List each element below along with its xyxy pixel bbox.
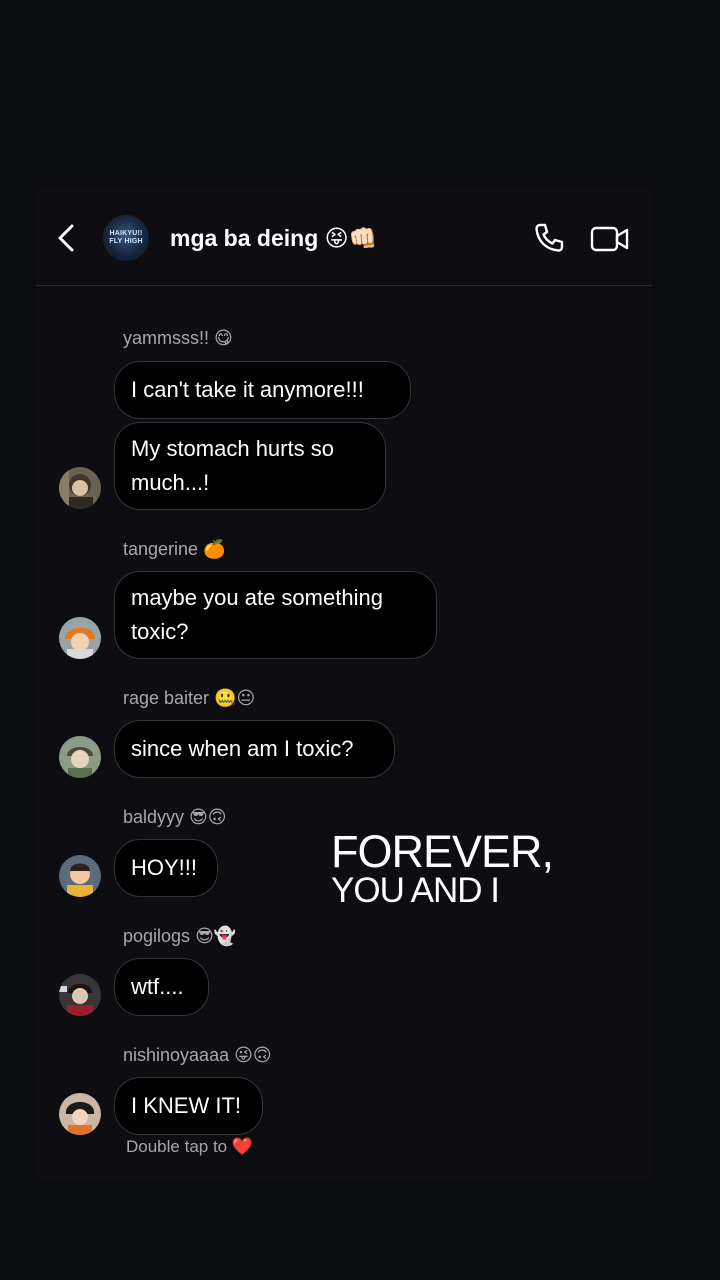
avatar-image [59,617,101,659]
message-bubble[interactable]: I can't take it anymore!!! [114,361,411,419]
heart-icon: ❤️ [231,1137,254,1157]
sender-emojis: 😎👻 [195,926,237,947]
double-tap-hint-text: Double tap to [126,1137,228,1156]
avatar-image [59,467,101,509]
phone-icon[interactable] [533,222,565,254]
video-camera-icon[interactable] [590,226,630,252]
sender-name: yammsss!! 😋 [123,328,233,349]
sender-name-text: yammsss!! [123,328,210,348]
group-name-emojis: 😝👊🏻 [324,226,378,252]
group-avatar[interactable]: HAIKYU!! FLY HIGH [103,215,149,261]
sender-name: tangerine 🍊 [123,539,226,560]
sender-emojis: 🍊 [203,539,226,560]
chevron-left-icon[interactable] [56,223,78,253]
sender-name: pogilogs 😎👻 [123,926,236,947]
sender-name-text: pogilogs [123,926,191,946]
sender-name-text: nishinoyaaaa [123,1045,230,1065]
sender-emojis: 😎🙃 [189,807,227,828]
sender-emojis: 🤐😐 [214,688,256,709]
double-tap-hint: Double tap to ❤️ [126,1137,253,1157]
avatar[interactable] [59,974,101,1016]
avatar-image [59,855,101,897]
sender-name: baldyyy 😎🙃 [123,807,227,828]
avatar[interactable] [59,617,101,659]
sender-name-text: baldyyy [123,807,185,827]
avatar-image [59,1093,101,1135]
message-bubble[interactable]: HOY!!! [114,839,218,897]
overlay-text-line2: YOU AND I [331,871,500,910]
avatar-image [59,974,101,1016]
sender-name: rage baiter 🤐😐 [123,688,255,709]
group-avatar-text: HAIKYU!! FLY HIGH [109,230,143,245]
sender-emojis: 😋 [214,328,233,349]
avatar[interactable] [59,855,101,897]
avatar[interactable] [59,467,101,509]
sender-name-text: tangerine [123,539,199,559]
message-bubble[interactable]: My stomach hurts so much...! [114,422,386,510]
message-bubble[interactable]: wtf.... [114,958,209,1016]
chat-header: HAIKYU!! FLY HIGH mga ba deing 😝👊🏻 [36,190,652,286]
sender-emojis: 😜🙃 [234,1045,272,1066]
message-bubble[interactable]: I KNEW IT! [114,1077,263,1135]
sender-name-text: rage baiter [123,688,210,708]
avatar[interactable] [59,736,101,778]
group-name-text: mga ba deing [170,225,319,251]
message-bubble[interactable]: since when am I toxic? [114,720,395,778]
avatar-image [59,736,101,778]
group-name[interactable]: mga ba deing 😝👊🏻 [170,225,377,252]
message-bubble[interactable]: maybe you ate something toxic? [114,571,437,659]
avatar[interactable] [59,1093,101,1135]
sender-name: nishinoyaaaa 😜🙃 [123,1045,272,1066]
